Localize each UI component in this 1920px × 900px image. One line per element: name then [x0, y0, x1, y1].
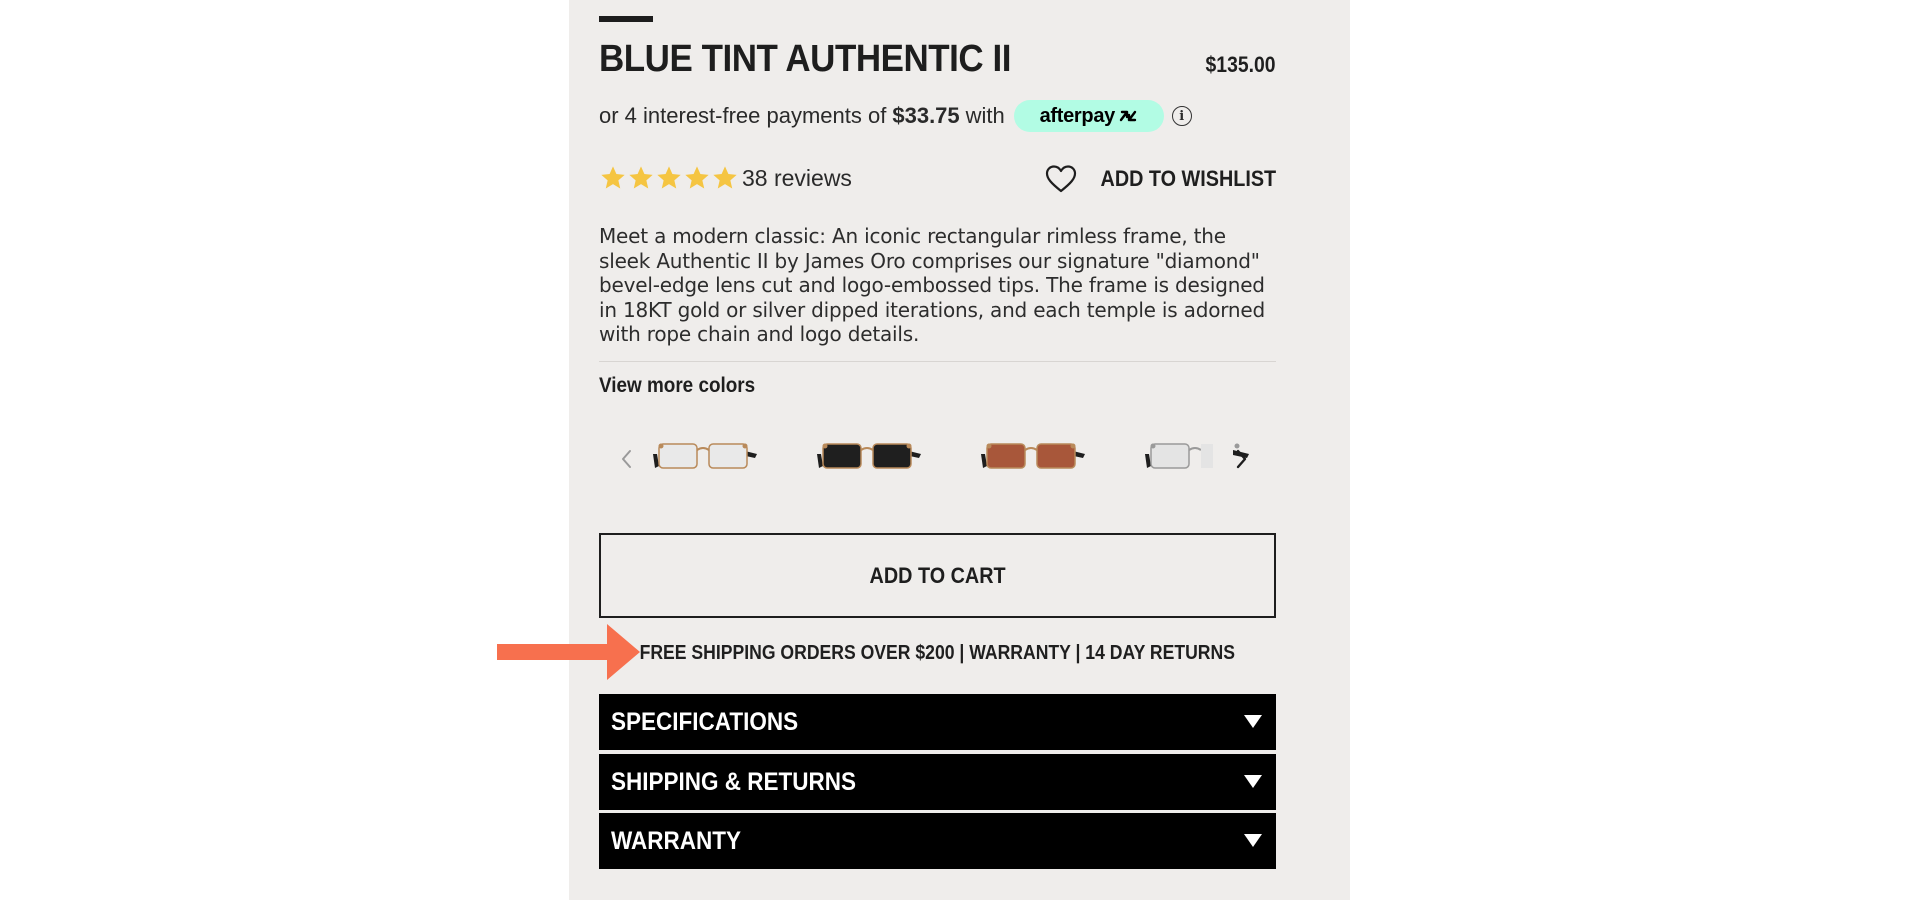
product-description: Meet a modern classic: An iconic rectang… [599, 224, 1265, 346]
accordion-warranty[interactable]: WARRANTY [599, 813, 1276, 869]
shipping-note-text: FREE SHIPPING ORDERS OVER $200 | WARRANT… [639, 642, 1236, 664]
annotation-arrow-icon [497, 624, 640, 680]
add-to-wishlist-button[interactable]: ADD TO WISHLIST [1045, 164, 1276, 194]
color-carousel [599, 428, 1276, 488]
add-to-cart-label: ADD TO CART [869, 562, 1006, 588]
star-icon [713, 166, 737, 189]
accordion-label: WARRANTY [611, 826, 741, 855]
installments-suffix: with [965, 103, 1005, 128]
caret-down-icon [1244, 834, 1262, 847]
divider [599, 361, 1276, 362]
accordion-label: SHIPPING & RETURNS [611, 767, 857, 796]
star-icon [685, 166, 709, 189]
color-swatch-brown-lens-gold[interactable] [977, 428, 1087, 484]
color-swatch-clear-lens-gold[interactable] [649, 428, 759, 484]
star-icon [657, 166, 681, 189]
afterpay-brand: afterpay [1039, 104, 1116, 127]
accordion-shipping-returns[interactable]: SHIPPING & RETURNS [599, 754, 1276, 810]
chevron-left-icon[interactable] [615, 442, 639, 476]
accordion-specifications[interactable]: SPECIFICATIONS [599, 694, 1276, 750]
product-price: $135.00 [1206, 52, 1276, 77]
afterpay-badge[interactable]: afterpay [1013, 100, 1164, 132]
product-panel: BLUE TINT AUTHENTIC II $135.00 or 4 inte… [569, 0, 1350, 900]
view-more-colors-heading: View more colors [599, 374, 756, 397]
product-title: BLUE TINT AUTHENTIC II [599, 38, 1011, 80]
info-icon[interactable]: i [1171, 106, 1192, 126]
caret-down-icon [1244, 715, 1262, 728]
accent-dash [599, 16, 653, 22]
heart-icon [1045, 165, 1076, 193]
wishlist-label: ADD TO WISHLIST [1100, 166, 1276, 191]
installments-prefix: or 4 interest-free payments of [599, 103, 887, 128]
caret-down-icon [1244, 775, 1262, 788]
shipping-note: FREE SHIPPING ORDERS OVER $200 | WARRANT… [599, 642, 1276, 665]
star-icon [629, 166, 653, 189]
star-icon [601, 166, 625, 189]
accordion-label: SPECIFICATIONS [611, 707, 799, 736]
afterpay-logo-icon [1119, 110, 1137, 122]
reviews-link[interactable]: 38 reviews [742, 165, 852, 192]
color-swatch-black-lens-gold[interactable] [813, 428, 923, 484]
chevron-right-icon[interactable] [1229, 442, 1253, 476]
star-rating[interactable] [599, 164, 739, 192]
installment-amount: $33.75 [892, 103, 960, 128]
afterpay-installments: or 4 interest-free payments of $33.75 wi… [599, 100, 1192, 132]
add-to-cart-button[interactable]: ADD TO CART [599, 533, 1276, 618]
rating-row: 38 reviews ADD TO WISHLIST [599, 162, 1276, 198]
